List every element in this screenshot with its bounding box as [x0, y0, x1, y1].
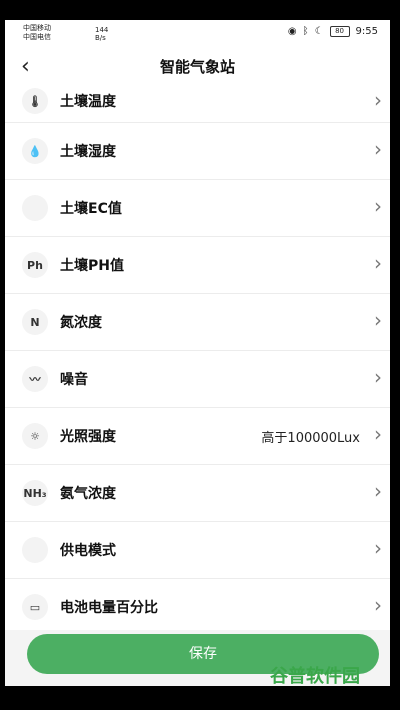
chevron-right-icon: › [374, 365, 382, 389]
list-item-label: 土壤EC值 [60, 201, 122, 217]
status-icons: ◉ ᛒ ☾ 80 9:55 [288, 26, 378, 37]
moon-icon: ☾ [314, 26, 324, 37]
chevron-right-icon: › [374, 137, 382, 161]
list-item-battery-percentage[interactable]: ▭ 电池电量百分比 › [5, 579, 390, 636]
carrier-1: 中国移动 [23, 24, 51, 32]
status-bar: 中国移动 中国电信 144 B/s ◉ ᛒ ☾ 80 9:55 [5, 20, 390, 48]
chevron-right-icon: › [374, 593, 382, 617]
battery-status: 80 [329, 26, 350, 37]
chevron-right-icon: › [374, 422, 382, 446]
list-item-label: 氮浓度 [60, 315, 102, 331]
list-item-label: 光照强度 [60, 429, 116, 445]
list-item-soil-ec[interactable]: 土壤EC值 › [5, 180, 390, 237]
battery-icon: ▭ [22, 594, 48, 620]
chevron-right-icon: › [374, 479, 382, 503]
chevron-right-icon: › [374, 536, 382, 560]
ec-icon [22, 195, 48, 221]
thermometer-icon: 🌡 [22, 88, 48, 114]
chevron-right-icon: › [374, 88, 382, 112]
chevron-right-icon: › [374, 194, 382, 218]
clock: 9:55 [355, 26, 378, 37]
list-item-ammonia[interactable]: NH₃ 氨气浓度 › [5, 465, 390, 522]
list-item-power-mode[interactable]: 供电模式 › [5, 522, 390, 579]
ph-icon: Ph [22, 252, 48, 278]
sound-wave-icon: 〰 [22, 366, 48, 392]
sun-icon: ☼ [22, 423, 48, 449]
watermark-logo: 谷普软件园 [270, 666, 360, 687]
network-speed-value: 144 [95, 26, 109, 34]
chevron-right-icon: › [374, 251, 382, 275]
nitrogen-icon: N [22, 309, 48, 335]
list-item-soil-temperature[interactable]: 🌡 土壤温度 › [5, 88, 390, 123]
power-icon [22, 537, 48, 563]
bluetooth-icon: ᛒ [302, 26, 309, 37]
list-item-value: 高于100000Lux [261, 431, 360, 446]
list-item-label: 土壤湿度 [60, 144, 116, 160]
carrier-2: 中国电信 [23, 33, 51, 41]
list-item-label: 土壤PH值 [60, 258, 124, 274]
list-item-soil-ph[interactable]: Ph 土壤PH值 › [5, 237, 390, 294]
network-speed-unit: B/s [95, 34, 106, 42]
list-item-noise[interactable]: 〰 噪音 › [5, 351, 390, 408]
page-title: 智能气象站 [159, 58, 235, 76]
list-item-label: 土壤温度 [60, 94, 116, 110]
list-item-soil-humidity[interactable]: 💧 土壤湿度 › [5, 123, 390, 180]
list-item-label: 供电模式 [60, 543, 116, 559]
app-screen: 中国移动 中国电信 144 B/s ◉ ᛒ ☾ 80 9:55 ‹ 智能气象站 … [5, 20, 390, 686]
nav-bar: ‹ 智能气象站 [5, 48, 390, 88]
list-item-label: 电池电量百分比 [60, 600, 158, 616]
list-item-light-intensity[interactable]: ☼ 光照强度 高于100000Lux › [5, 408, 390, 465]
chevron-right-icon: › [374, 308, 382, 332]
network-speed: 144 B/s [95, 26, 108, 42]
list-item-nitrogen[interactable]: N 氮浓度 › [5, 294, 390, 351]
water-drop-icon: 💧 [22, 138, 48, 164]
list-item-label: 氨气浓度 [60, 486, 116, 502]
settings-list: 🌡 土壤温度 › 💧 土壤湿度 › 土壤EC值 › Ph 土壤PH值 › N 氮… [5, 88, 390, 636]
nh3-cloud-icon: NH₃ [22, 480, 48, 506]
carrier-info: 中国移动 中国电信 [23, 24, 51, 42]
eye-icon: ◉ [287, 26, 297, 37]
list-item-label: 噪音 [60, 372, 88, 388]
